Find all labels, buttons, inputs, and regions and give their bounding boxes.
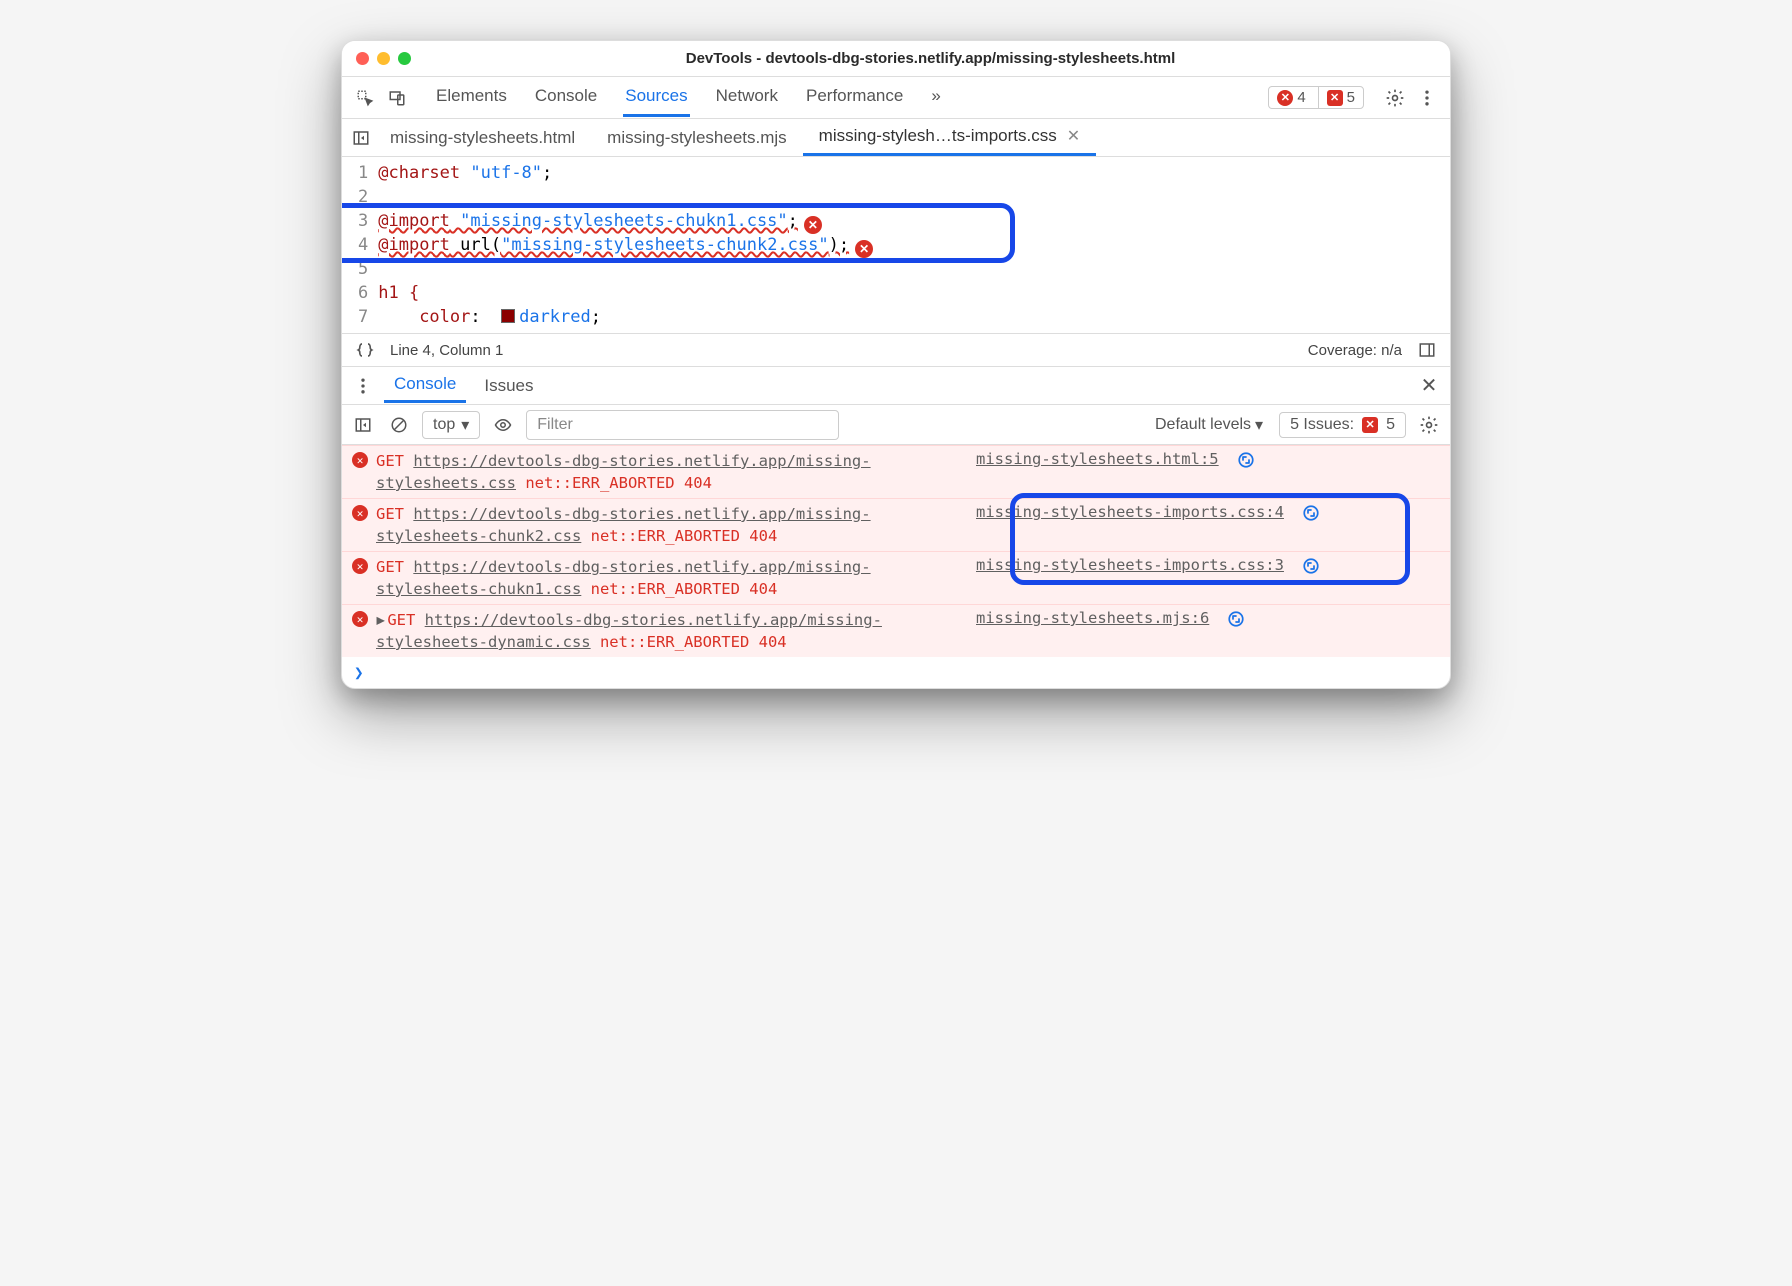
error-badges: ✕4 ✕5 (1268, 86, 1364, 109)
drawer-tab-console[interactable]: Console (384, 368, 466, 403)
traffic-lights (356, 52, 411, 65)
show-navigator-icon[interactable] (348, 125, 374, 151)
tab-console[interactable]: Console (533, 78, 599, 117)
coverage-status: Coverage: n/a (1308, 342, 1402, 359)
issue-icon: ✕ (1362, 417, 1378, 433)
line-gutter: 1234567 (342, 157, 378, 333)
editor-status-bar: Line 4, Column 1 Coverage: n/a (342, 333, 1450, 367)
chevron-down-icon: ▾ (461, 415, 469, 435)
source-link[interactable]: missing-stylesheets-imports.css:4 (976, 503, 1284, 547)
error-icon: ✕ (352, 558, 368, 574)
minimize-window-button[interactable] (377, 52, 390, 65)
drawer-tabs: Console Issues ✕ (342, 367, 1450, 405)
error-icon: ✕ (352, 505, 368, 521)
console-error-row[interactable]: ✕ GET https://devtools-dbg-stories.netli… (342, 498, 1450, 551)
device-toolbar-icon[interactable] (384, 85, 410, 111)
console-settings-icon[interactable] (1416, 412, 1442, 438)
console-sidebar-icon[interactable] (350, 412, 376, 438)
console-error-row[interactable]: ✕ GET https://devtools-dbg-stories.netli… (342, 445, 1450, 498)
tab-elements[interactable]: Elements (434, 78, 509, 117)
cursor-position: Line 4, Column 1 (390, 342, 503, 359)
close-tab-icon[interactable]: ✕ (1067, 126, 1080, 146)
sidebar-toggle-icon[interactable] (1414, 337, 1440, 363)
color-swatch[interactable] (501, 309, 515, 323)
issues-badge[interactable]: ✕5 (1318, 87, 1363, 108)
source-link[interactable]: missing-stylesheets-imports.css:3 (976, 556, 1284, 600)
context-selector[interactable]: top ▾ (422, 411, 480, 439)
errors-badge[interactable]: ✕4 (1269, 87, 1313, 108)
tab-sources[interactable]: Sources (623, 78, 689, 117)
file-tab-css[interactable]: missing-stylesh…ts-imports.css✕ (803, 119, 1096, 156)
drawer-tab-issues[interactable]: Issues (474, 370, 543, 402)
drawer-menu-icon[interactable] (350, 373, 376, 399)
refresh-icon[interactable] (1302, 504, 1320, 547)
file-tab-mjs[interactable]: missing-stylesheets.mjs (591, 121, 803, 155)
more-menu-icon[interactable] (1414, 85, 1440, 111)
console-messages: ✕ GET https://devtools-dbg-stories.netli… (342, 445, 1450, 657)
refresh-icon[interactable] (1302, 557, 1320, 600)
chevron-down-icon: ▾ (1255, 415, 1263, 435)
console-toolbar: top ▾ Filter Default levels ▾ 5 Issues: … (342, 405, 1450, 445)
tab-performance[interactable]: Performance (804, 78, 905, 117)
filter-input[interactable]: Filter (526, 410, 838, 440)
code-content[interactable]: @charset "utf-8"; @import "missing-style… (378, 157, 1450, 333)
close-drawer-icon[interactable]: ✕ (1416, 373, 1442, 399)
console-prompt[interactable]: ❯ (342, 657, 1450, 688)
live-expression-icon[interactable] (490, 412, 516, 438)
source-link[interactable]: missing-stylesheets.html:5 (976, 450, 1219, 494)
window-title: DevTools - devtools-dbg-stories.netlify.… (425, 50, 1436, 67)
issue-icon: ✕ (1327, 90, 1343, 106)
file-tabs: missing-stylesheets.html missing-stylesh… (342, 119, 1450, 157)
pretty-print-icon[interactable] (352, 337, 378, 363)
error-icon[interactable]: ✕ (804, 216, 822, 234)
clear-console-icon[interactable] (386, 412, 412, 438)
file-tab-html[interactable]: missing-stylesheets.html (374, 121, 591, 155)
expand-icon[interactable]: ▶ (376, 610, 384, 630)
error-icon[interactable]: ✕ (855, 240, 873, 258)
inspect-element-icon[interactable] (352, 85, 378, 111)
source-link[interactable]: missing-stylesheets.mjs:6 (976, 609, 1209, 653)
refresh-icon[interactable] (1227, 610, 1245, 653)
log-levels-selector[interactable]: Default levels ▾ (1149, 412, 1269, 438)
main-tabs: Elements Console Sources Network Perform… (434, 78, 943, 117)
tab-network[interactable]: Network (714, 78, 780, 117)
titlebar: DevTools - devtools-dbg-stories.netlify.… (342, 41, 1450, 77)
refresh-icon[interactable] (1237, 451, 1255, 494)
more-tabs-button[interactable]: » (929, 78, 942, 117)
devtools-window: DevTools - devtools-dbg-stories.netlify.… (341, 40, 1451, 689)
close-window-button[interactable] (356, 52, 369, 65)
settings-icon[interactable] (1382, 85, 1408, 111)
console-error-row[interactable]: ✕ ▶GET https://devtools-dbg-stories.netl… (342, 604, 1450, 657)
code-editor[interactable]: 1234567 @charset "utf-8"; @import "missi… (342, 157, 1450, 333)
issues-button[interactable]: 5 Issues: ✕ 5 (1279, 412, 1406, 438)
error-icon: ✕ (1277, 90, 1293, 106)
main-toolbar: Elements Console Sources Network Perform… (342, 77, 1450, 119)
console-error-row[interactable]: ✕ GET https://devtools-dbg-stories.netli… (342, 551, 1450, 604)
maximize-window-button[interactable] (398, 52, 411, 65)
error-icon: ✕ (352, 452, 368, 468)
error-icon: ✕ (352, 611, 368, 627)
